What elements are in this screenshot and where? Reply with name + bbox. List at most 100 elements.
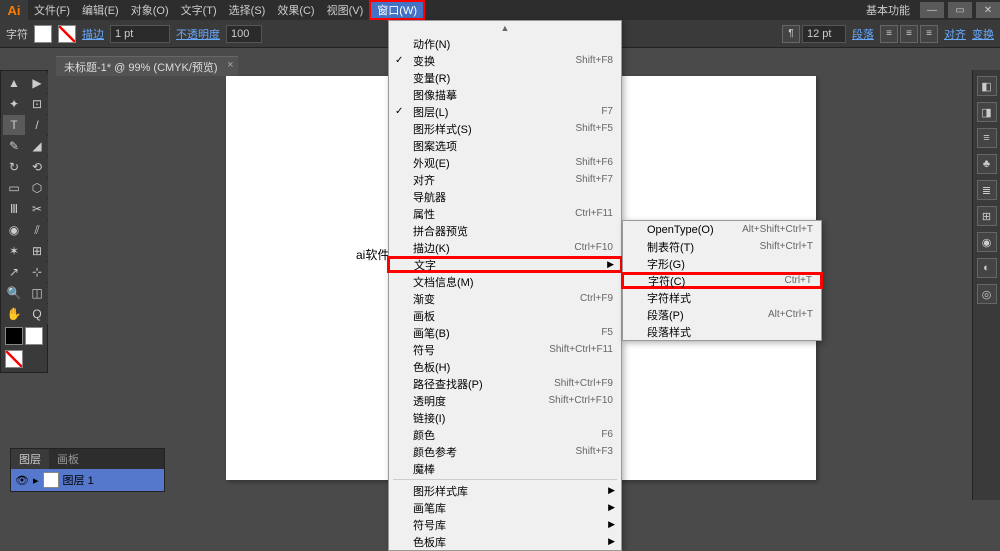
menu-item[interactable]: 画笔(B)F5 <box>389 324 621 341</box>
transform-link[interactable]: 变换 <box>972 26 994 42</box>
menu-item[interactable]: ✓图层(L)F7 <box>389 103 621 120</box>
tool-14[interactable]: ◉ <box>3 220 25 240</box>
tool-1[interactable]: ▶ <box>26 73 48 93</box>
tool-8[interactable]: ↻ <box>3 157 25 177</box>
fill-swatch[interactable] <box>34 25 52 43</box>
paragraph-link[interactable]: 段落 <box>852 26 874 42</box>
menu-item[interactable]: 图案选项 <box>389 137 621 154</box>
tool-21[interactable]: ◫ <box>26 283 48 303</box>
workspace-label[interactable]: 基本功能 <box>860 2 916 18</box>
menu-item[interactable]: 颜色F6 <box>389 426 621 443</box>
visibility-icon[interactable]: 👁 <box>15 474 29 487</box>
align-right-icon[interactable]: ≡ <box>920 25 938 43</box>
tab-artboards[interactable]: 画板 <box>49 449 87 469</box>
menu-item[interactable]: 画板 <box>389 307 621 324</box>
char-panel-icon[interactable]: ¶ <box>782 25 800 43</box>
menu-item[interactable]: 图像描摹 <box>389 86 621 103</box>
menu-item[interactable]: 属性Ctrl+F11 <box>389 205 621 222</box>
menu-item[interactable]: 文字▶ <box>387 256 623 273</box>
tool-22[interactable]: ✋ <box>3 304 25 324</box>
fill-color[interactable] <box>5 327 23 345</box>
menu-视图v[interactable]: 视图(V) <box>321 0 370 20</box>
menu-item[interactable]: 色板库▶ <box>389 533 621 550</box>
close-tab-icon[interactable]: × <box>227 59 233 71</box>
dock-icon-8[interactable]: ◎ <box>977 284 997 304</box>
submenu-item[interactable]: OpenType(O)Alt+Shift+Ctrl+T <box>623 221 821 238</box>
menu-文件f[interactable]: 文件(F) <box>28 0 76 20</box>
stroke-swatch[interactable] <box>58 25 76 43</box>
align-left-icon[interactable]: ≡ <box>880 25 898 43</box>
menu-item[interactable]: 色板(H) <box>389 358 621 375</box>
tab-layers[interactable]: 图层 <box>11 449 49 469</box>
menu-选择s[interactable]: 选择(S) <box>223 0 272 20</box>
dock-icon-0[interactable]: ◧ <box>977 76 997 96</box>
font-size-input[interactable] <box>802 25 846 43</box>
stroke-weight-input[interactable] <box>110 25 170 43</box>
menu-item[interactable]: 外观(E)Shift+F6 <box>389 154 621 171</box>
menu-item[interactable]: 文档信息(M) <box>389 273 621 290</box>
menu-文字t[interactable]: 文字(T) <box>175 0 223 20</box>
maximize-icon[interactable]: ▭ <box>948 2 972 18</box>
dock-icon-1[interactable]: ◨ <box>977 102 997 122</box>
menu-item[interactable]: 动作(N) <box>389 35 621 52</box>
tool-20[interactable]: 🔍 <box>3 283 25 303</box>
tool-11[interactable]: ⬡ <box>26 178 48 198</box>
opacity-input[interactable] <box>226 25 262 43</box>
tool-0[interactable]: ▲ <box>3 73 25 93</box>
menu-item[interactable]: 渐变Ctrl+F9 <box>389 290 621 307</box>
align-center-icon[interactable]: ≡ <box>900 25 918 43</box>
menu-item[interactable]: 变量(R) <box>389 69 621 86</box>
menu-item[interactable]: 图形样式(S)Shift+F5 <box>389 120 621 137</box>
submenu-item[interactable]: 字符样式 <box>623 289 821 306</box>
tool-2[interactable]: ✦ <box>3 94 25 114</box>
layer-row[interactable]: 👁 ▸ 图层 1 <box>11 469 164 491</box>
menu-item[interactable]: 导航器 <box>389 188 621 205</box>
opacity-link[interactable]: 不透明度 <box>176 26 220 42</box>
tool-18[interactable]: ↗ <box>3 262 25 282</box>
stroke-link[interactable]: 描边 <box>82 26 104 42</box>
tool-23[interactable]: Q <box>26 304 48 324</box>
menu-item[interactable]: 魔棒 <box>389 460 621 477</box>
tool-13[interactable]: ✂ <box>26 199 48 219</box>
tool-7[interactable]: ◢ <box>26 136 48 156</box>
menu-item[interactable]: 画笔库▶ <box>389 499 621 516</box>
submenu-item[interactable]: 段落样式 <box>623 323 821 340</box>
menu-效果c[interactable]: 效果(C) <box>271 0 320 20</box>
submenu-item[interactable]: 段落(P)Alt+Ctrl+T <box>623 306 821 323</box>
submenu-item[interactable]: 字符(C)Ctrl+T <box>621 272 823 289</box>
dock-icon-6[interactable]: ◉ <box>977 232 997 252</box>
tool-5[interactable]: / <box>26 115 48 135</box>
tool-6[interactable]: ✎ <box>3 136 25 156</box>
close-icon[interactable]: ✕ <box>976 2 1000 18</box>
menu-item[interactable]: 对齐Shift+F7 <box>389 171 621 188</box>
tool-4[interactable]: T <box>3 115 25 135</box>
menu-item[interactable]: 颜色参考Shift+F3 <box>389 443 621 460</box>
document-tab[interactable]: 未标题-1* @ 99% (CMYK/预览) × <box>56 56 238 76</box>
tool-12[interactable]: Ⅲ <box>3 199 25 219</box>
tool-15[interactable]: ⫽ <box>26 220 48 240</box>
dock-icon-7[interactable]: ◐ <box>977 258 997 278</box>
stroke-color[interactable] <box>25 327 43 345</box>
menu-item[interactable]: 描边(K)Ctrl+F10 <box>389 239 621 256</box>
submenu-item[interactable]: 字形(G) <box>623 255 821 272</box>
none-color[interactable] <box>5 350 23 368</box>
menu-item[interactable]: 链接(I) <box>389 409 621 426</box>
dock-icon-3[interactable]: ♣ <box>977 154 997 174</box>
submenu-item[interactable]: 制表符(T)Shift+Ctrl+T <box>623 238 821 255</box>
align-link[interactable]: 对齐 <box>944 26 966 42</box>
menu-item[interactable]: 图形样式库▶ <box>389 482 621 499</box>
tool-10[interactable]: ▭ <box>3 178 25 198</box>
menu-编辑e[interactable]: 编辑(E) <box>76 0 125 20</box>
tool-3[interactable]: ⊡ <box>26 94 48 114</box>
dock-icon-2[interactable]: ≡ <box>977 128 997 148</box>
menu-item[interactable]: 透明度Shift+Ctrl+F10 <box>389 392 621 409</box>
minimize-icon[interactable]: — <box>920 2 944 18</box>
menu-窗口w[interactable]: 窗口(W) <box>369 0 425 20</box>
tool-16[interactable]: ✶ <box>3 241 25 261</box>
menu-item[interactable]: 符号库▶ <box>389 516 621 533</box>
dock-icon-5[interactable]: ⊞ <box>977 206 997 226</box>
menu-item[interactable]: ✓变换Shift+F8 <box>389 52 621 69</box>
menu-item[interactable]: 拼合器预览 <box>389 222 621 239</box>
menu-item[interactable]: 路径查找器(P)Shift+Ctrl+F9 <box>389 375 621 392</box>
disclosure-icon[interactable]: ▸ <box>33 474 39 487</box>
